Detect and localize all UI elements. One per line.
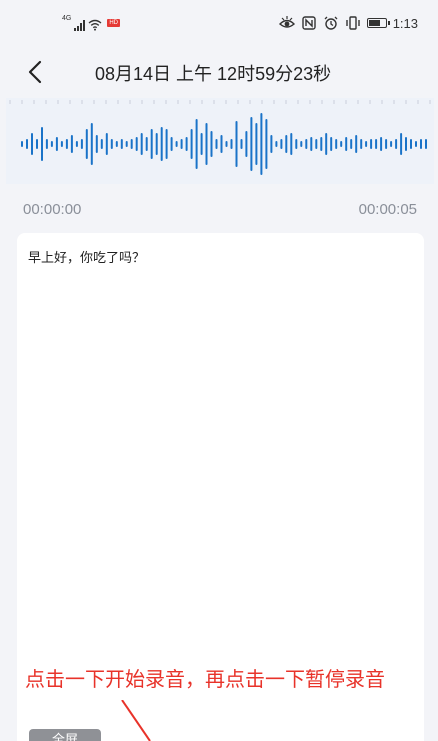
battery-icon: [366, 18, 390, 28]
status-left: 4G HD: [62, 15, 121, 31]
wifi-icon: [88, 19, 102, 31]
alarm-icon: [324, 16, 338, 30]
recording-detail-screen: 4G HD 1:13 08月14日 上午 12时59分23秒 00:00:00 …: [0, 0, 438, 741]
status-bar: 4G HD 1:13: [0, 0, 438, 48]
current-time: 00:00:00: [23, 201, 82, 218]
total-duration: 00:00:05: [358, 201, 417, 218]
vibrate-icon: [345, 16, 360, 30]
eye-icon: [278, 16, 295, 28]
page-title: 08月14日 上午 12时59分23秒: [95, 64, 332, 84]
status-time: 1:13: [392, 15, 418, 31]
audio-waveform[interactable]: [6, 106, 434, 182]
status-right: 1:13: [278, 14, 418, 32]
annotation-arrow: [121, 700, 151, 741]
signal-icon: [74, 20, 86, 31]
page-header: 08月14日 上午 12时59分23秒: [0, 48, 438, 96]
network-type: 4G: [62, 15, 72, 22]
back-button[interactable]: [22, 58, 50, 86]
transcript-text: 早上好，你吃了吗？: [28, 250, 146, 265]
chevron-left-icon: [28, 60, 42, 84]
hd-badge: HD: [107, 19, 121, 27]
nfc-icon: [301, 16, 316, 30]
waveform-panel[interactable]: [6, 98, 434, 184]
fullscreen-button[interactable]: 全屏: [29, 729, 101, 741]
annotation-text: 点击一下开始录音，再点击一下暂停录音: [25, 667, 385, 691]
